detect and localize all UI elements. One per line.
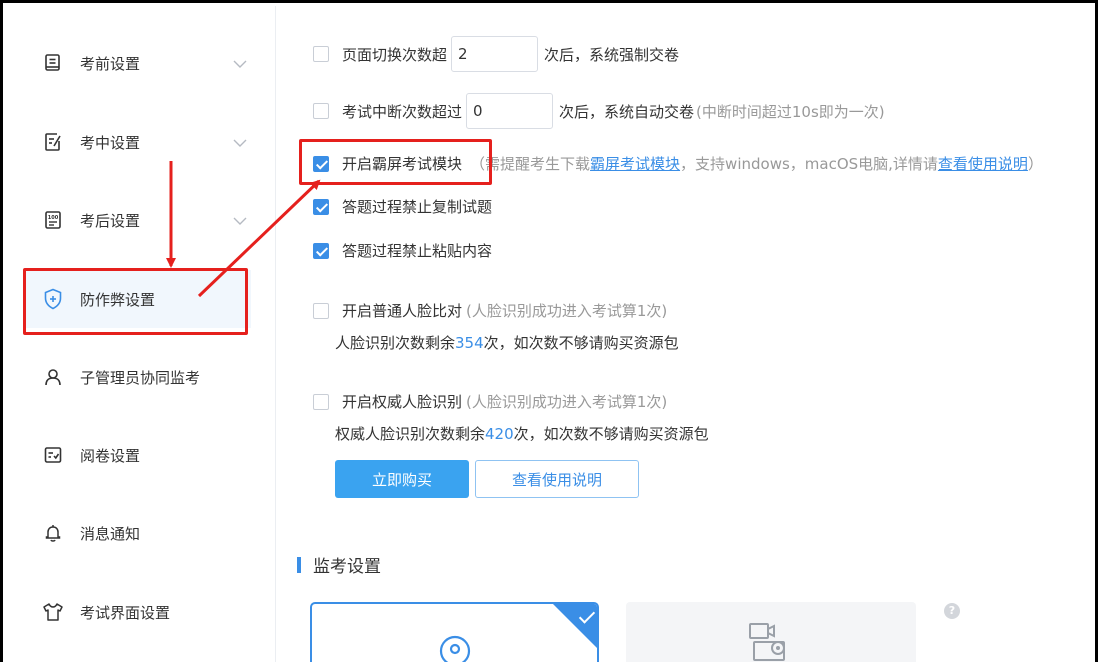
- sidebar-item-during-exam[interactable]: 考中设置: [26, 113, 251, 171]
- sidebar-item-anti-cheat[interactable]: 防作弊设置: [26, 270, 251, 328]
- sidebar-item-label: 阅卷设置: [80, 446, 141, 465]
- buy-now-button[interactable]: 立即购买: [335, 460, 469, 498]
- face-compare-remaining-suffix: 次，如次数不够请购买资源包: [483, 334, 679, 352]
- auth-face-setting: 开启权威人脸识别 (人脸识别成功进入考试算1次): [313, 391, 667, 412]
- score-report-icon: 100: [42, 209, 64, 231]
- sidebar-item-label: 消息通知: [80, 524, 141, 543]
- section-accent-bar: [297, 556, 301, 573]
- sidebar-item-label: 子管理员协同监考: [80, 368, 201, 387]
- sidebar-item-label: 考试界面设置: [80, 603, 171, 622]
- interrupt-count-input[interactable]: [466, 93, 554, 129]
- face-compare-remaining-prefix: 人脸识别次数剩余: [335, 334, 456, 352]
- lockdown-hint-prefix: （需提醒考生下载: [470, 155, 591, 173]
- sidebar-item-label: 考前设置: [80, 54, 141, 73]
- lockdown-setting: 开启霸屏考试模块 （需提醒考生下载 霸屏考试模块 ，支持windows，macO…: [313, 153, 1043, 174]
- sidebar-item-sub-admin[interactable]: 子管理员协同监考: [26, 348, 251, 406]
- face-compare-remaining: 人脸识别次数剩余 354 次，如次数不够请购买资源包: [335, 332, 679, 353]
- view-guide-button[interactable]: 查看使用说明: [475, 460, 639, 498]
- checklist-icon: [42, 444, 64, 466]
- page-switch-suffix: 次后，系统强制交卷: [544, 45, 680, 64]
- shield-icon: [42, 288, 64, 310]
- auth-face-hint: (人脸识别成功进入考试算1次): [466, 393, 668, 411]
- proctor-option-screen-card[interactable]: [626, 602, 916, 662]
- lockdown-hint-middle: ，支持windows，macOS电脑,详情请: [680, 155, 938, 173]
- no-copy-setting: 答题过程禁止复制试题: [313, 196, 492, 217]
- sidebar-item-label: 考中设置: [80, 133, 141, 152]
- lockdown-module-link[interactable]: 霸屏考试模块: [590, 153, 680, 174]
- auth-face-remaining: 权威人脸识别次数剩余 420 次，如次数不够请购买资源包: [335, 423, 709, 444]
- no-paste-checkbox[interactable]: [313, 242, 329, 259]
- edit-document-icon: [42, 131, 64, 153]
- lockdown-checkbox[interactable]: [313, 155, 329, 172]
- anti-cheat-settings-panel: 页面切换次数超 次后，系统强制交卷 考试中断次数超过 次后，系统自动交卷 (中断…: [277, 6, 1095, 662]
- chevron-down-icon: [233, 213, 247, 229]
- interrupt-setting: 考试中断次数超过 次后，系统自动交卷 (中断时间超过10s即为一次): [313, 93, 885, 129]
- auth-face-label: 开启权威人脸识别: [342, 393, 463, 411]
- no-copy-checkbox[interactable]: [313, 198, 329, 215]
- sidebar-item-notifications[interactable]: 消息通知: [26, 504, 251, 562]
- face-compare-remaining-count: 354: [455, 333, 484, 352]
- auth-face-remaining-prefix: 权威人脸识别次数剩余: [335, 425, 486, 443]
- page-switch-count-input[interactable]: [451, 36, 539, 72]
- help-icon[interactable]: ?: [944, 603, 960, 619]
- bell-icon: [42, 522, 64, 544]
- user-icon: [42, 366, 64, 388]
- screen-monitor-icon: [748, 622, 794, 662]
- lockdown-guide-link[interactable]: 查看使用说明: [938, 153, 1028, 174]
- sidebar-item-post-exam[interactable]: 100 考后设置: [26, 191, 251, 249]
- webcam-icon: [438, 634, 472, 662]
- sidebar-item-label: 考后设置: [80, 211, 141, 230]
- face-compare-setting: 开启普通人脸比对 (人脸识别成功进入考试算1次): [313, 300, 667, 321]
- no-paste-setting: 答题过程禁止粘贴内容: [313, 240, 492, 261]
- book-icon: [42, 52, 64, 74]
- interrupt-hint: (中断时间超过10s即为一次): [696, 102, 885, 121]
- face-compare-label: 开启普通人脸比对: [342, 302, 463, 320]
- auth-face-checkbox[interactable]: [313, 393, 329, 410]
- page-switch-setting: 页面切换次数超 次后，系统强制交卷: [313, 36, 679, 72]
- lockdown-hint-suffix: ）: [1027, 155, 1043, 173]
- sidebar: 考前设置 考中设置 100 考后设置 防作弊设置 子管理员协同监考 阅卷设置 消…: [6, 6, 276, 662]
- page-switch-checkbox[interactable]: [313, 46, 329, 62]
- shirt-icon: [42, 601, 64, 623]
- proctor-section-header: 监考设置: [297, 552, 381, 577]
- auth-face-remaining-suffix: 次，如次数不够请购买资源包: [513, 425, 709, 443]
- sidebar-item-pre-exam[interactable]: 考前设置: [26, 34, 251, 92]
- chevron-down-icon: [233, 135, 247, 151]
- sidebar-item-label: 防作弊设置: [80, 290, 156, 309]
- interrupt-suffix: 次后，系统自动交卷: [559, 102, 695, 121]
- sidebar-item-grading[interactable]: 阅卷设置: [26, 426, 251, 484]
- sidebar-item-exam-ui[interactable]: 考试界面设置: [26, 583, 251, 641]
- page-switch-label: 页面切换次数超: [342, 45, 448, 64]
- face-compare-hint: (人脸识别成功进入考试算1次): [466, 302, 668, 320]
- chevron-down-icon: [233, 56, 247, 72]
- svg-text:100: 100: [48, 215, 59, 221]
- face-compare-checkbox[interactable]: [313, 302, 329, 319]
- lockdown-label: 开启霸屏考试模块: [342, 155, 463, 173]
- proctor-option-camera-card[interactable]: [310, 602, 599, 662]
- no-paste-label: 答题过程禁止粘贴内容: [342, 242, 493, 260]
- no-copy-label: 答题过程禁止复制试题: [342, 198, 493, 216]
- proctor-section-title: 监考设置: [313, 557, 381, 577]
- interrupt-checkbox[interactable]: [313, 103, 329, 119]
- auth-face-remaining-count: 420: [485, 424, 514, 443]
- app-window: 考前设置 考中设置 100 考后设置 防作弊设置 子管理员协同监考 阅卷设置 消…: [0, 0, 1098, 662]
- interrupt-label: 考试中断次数超过: [342, 102, 463, 121]
